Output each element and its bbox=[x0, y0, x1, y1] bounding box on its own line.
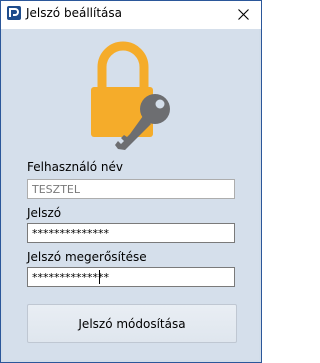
close-button[interactable] bbox=[227, 1, 261, 29]
username-field[interactable] bbox=[27, 179, 235, 199]
password-field[interactable] bbox=[27, 223, 235, 243]
title-bar: Jelszó beállítása bbox=[1, 1, 261, 29]
password-dialog: Jelszó beállítása Felhasználó név Jelszó… bbox=[0, 0, 262, 363]
lock-key-icon bbox=[91, 41, 170, 150]
confirm-password-label: Jelszó megerősítése bbox=[27, 250, 147, 264]
password-label: Jelszó bbox=[27, 206, 62, 220]
confirm-password-field[interactable] bbox=[27, 267, 235, 287]
app-logo-icon bbox=[7, 6, 21, 20]
dialog-body: Felhasználó név Jelszó Jelszó megerősíté… bbox=[3, 29, 259, 360]
change-password-button[interactable]: Jelszó módosítása bbox=[27, 304, 237, 343]
username-label: Felhasználó név bbox=[27, 160, 124, 174]
window-title: Jelszó beállítása bbox=[26, 6, 122, 20]
close-icon[interactable] bbox=[238, 9, 249, 20]
text-caret bbox=[99, 270, 100, 284]
